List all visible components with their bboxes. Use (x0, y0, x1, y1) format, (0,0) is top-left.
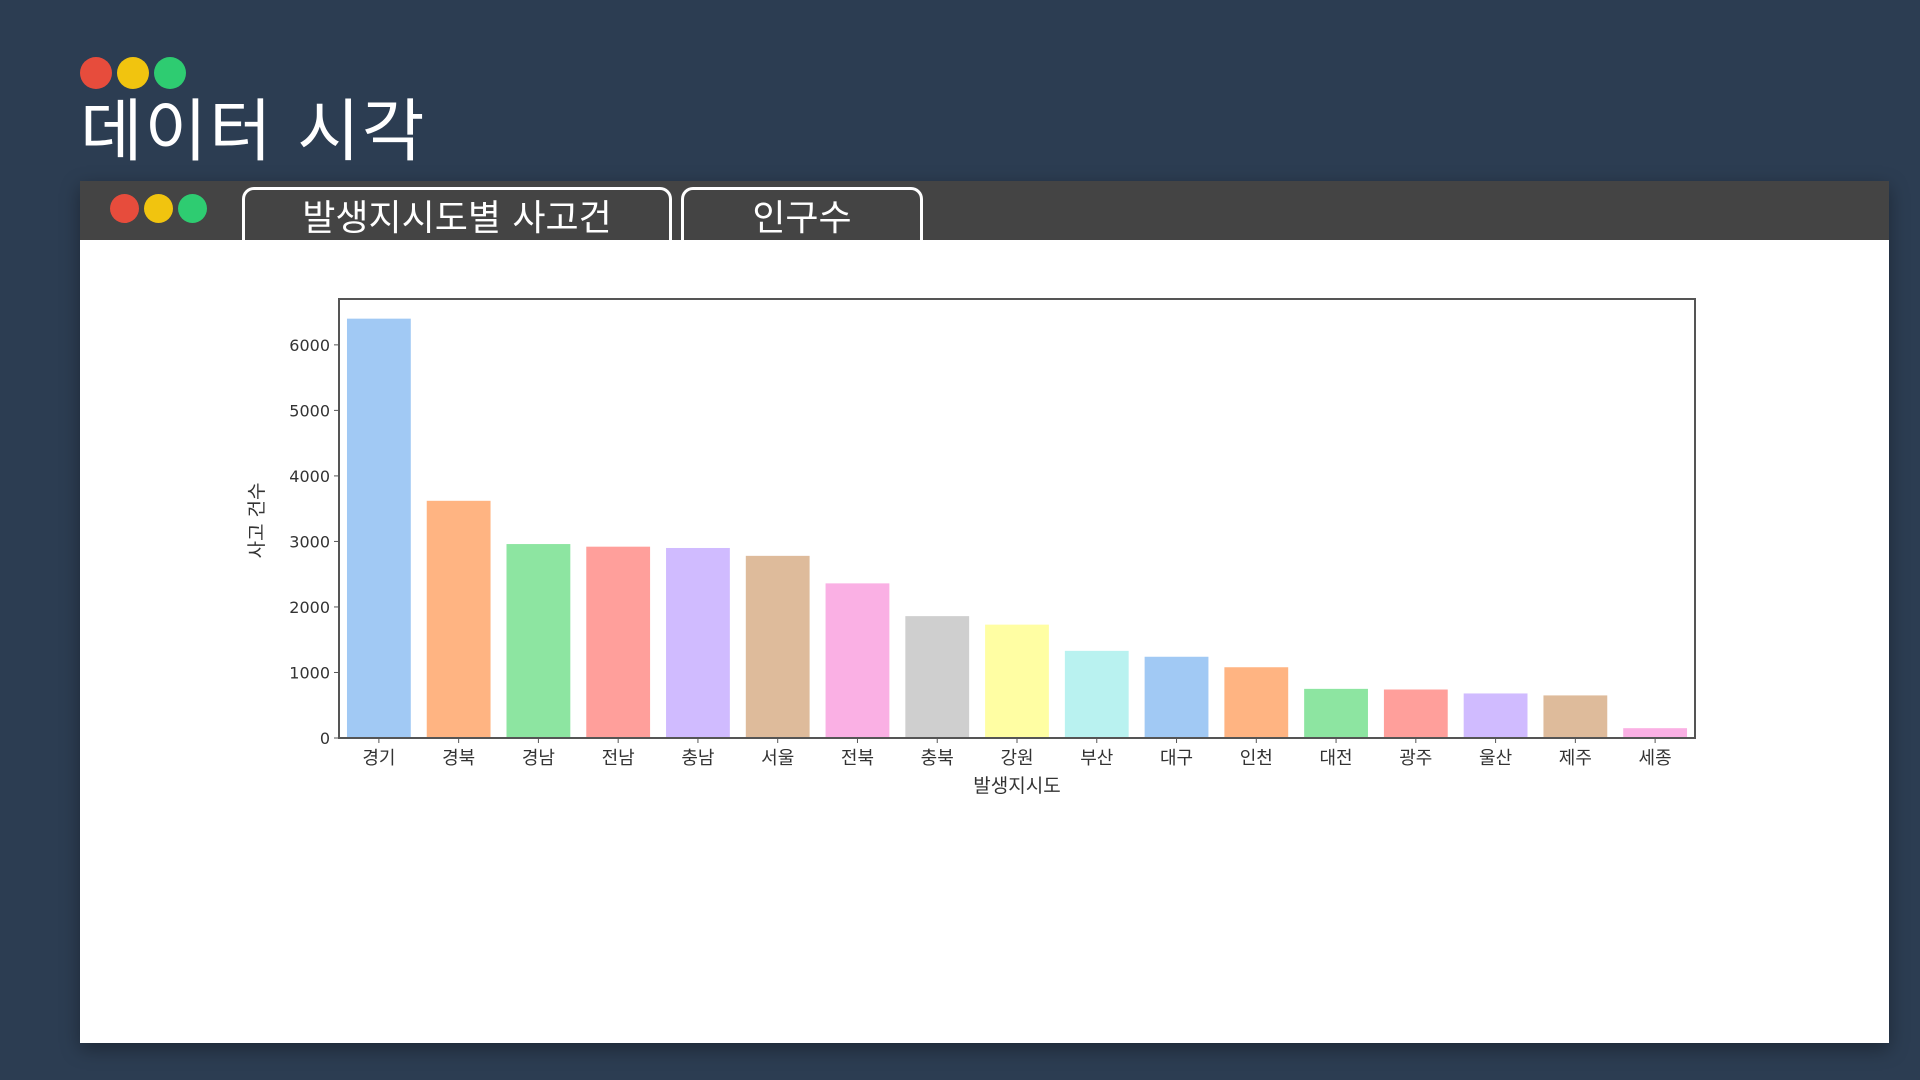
bar-12 (1304, 688, 1368, 738)
y-tick-label: 1000 (289, 663, 330, 682)
x-tick-label: 경북 (442, 748, 475, 769)
x-tick-label: 강원 (1000, 748, 1033, 769)
y-axis-ticks: 0 1000 2000 3000 4000 5000 6000 (289, 336, 339, 748)
y-tick-label: 4000 (289, 467, 330, 486)
bar-15 (1543, 695, 1608, 738)
x-tick-label: 경기 (362, 748, 395, 769)
y-tick-label: 0 (320, 729, 330, 748)
page-title: 데이터 시각 (80, 93, 427, 172)
bar-8 (985, 624, 1049, 738)
x-axis-label: 발생지시도 (973, 775, 1060, 797)
bars-layer (346, 318, 1688, 738)
red-dot-icon (80, 57, 112, 89)
tab-population[interactable]: 인구수 (681, 187, 923, 240)
x-tick-label: 충북 (921, 748, 954, 769)
bar-0 (346, 318, 411, 738)
bar-14 (1463, 693, 1528, 738)
close-dot-icon[interactable] (110, 194, 139, 223)
x-axis-ticks: 경기 경북 경남 전남 충남 서울 전북 충북 강원 부산 대구 인천 대전 광주 울산 제주 세종 (362, 738, 1672, 769)
bar-chart: 0 1000 2000 3000 4000 5000 6000 경기 경북 경남 전남 충남 서울 전북… (246, 298, 1696, 797)
y-tick-label: 5000 (289, 401, 330, 420)
bar-5 (745, 555, 810, 738)
bar-13 (1383, 689, 1448, 738)
x-tick-label: 전남 (602, 748, 635, 769)
window-dots (110, 194, 207, 223)
y-axis-label: 사고 건수 (246, 483, 268, 559)
bar-3 (586, 546, 651, 738)
bar-6 (825, 583, 890, 738)
bar-10 (1144, 656, 1209, 738)
bar-9 (1064, 650, 1129, 738)
bar-4 (666, 547, 730, 738)
bar-1 (426, 500, 491, 738)
chart-window: 발생지시도별 사고건 인구수 0 1000 2000 3000 4000 5000 6000… (80, 181, 1889, 1043)
x-tick-label: 대구 (1160, 748, 1193, 769)
yellow-dot-icon (117, 57, 149, 89)
x-tick-label: 서울 (761, 748, 794, 769)
maximize-dot-icon[interactable] (178, 194, 207, 223)
x-tick-label: 제주 (1559, 748, 1592, 769)
minimize-dot-icon[interactable] (144, 194, 173, 223)
x-tick-label: 충남 (681, 748, 714, 769)
x-tick-label: 울산 (1479, 748, 1512, 769)
x-tick-label: 경남 (522, 748, 555, 769)
slide: 데이터 시각 발생지시도별 사고건 인구수 0 1000 2000 3000 4000 5… (0, 0, 1920, 1080)
window-titlebar: 발생지시도별 사고건 인구수 (80, 181, 1889, 240)
title-window-dots (80, 57, 186, 89)
y-tick-label: 2000 (289, 598, 330, 617)
y-tick-label: 3000 (289, 532, 330, 551)
bar-2 (506, 544, 571, 738)
x-tick-label: 인천 (1240, 748, 1273, 769)
tab-accidents-by-region[interactable]: 발생지시도별 사고건 (242, 187, 672, 240)
bar-11 (1224, 667, 1289, 738)
bar-16 (1623, 728, 1688, 738)
x-tick-label: 대전 (1319, 748, 1352, 769)
y-tick-label: 6000 (289, 336, 330, 355)
bar-7 (905, 616, 970, 738)
x-tick-label: 세종 (1639, 748, 1672, 769)
x-tick-label: 광주 (1399, 748, 1432, 769)
green-dot-icon (154, 57, 186, 89)
x-tick-label: 전북 (841, 748, 874, 769)
x-tick-label: 부산 (1080, 748, 1113, 769)
